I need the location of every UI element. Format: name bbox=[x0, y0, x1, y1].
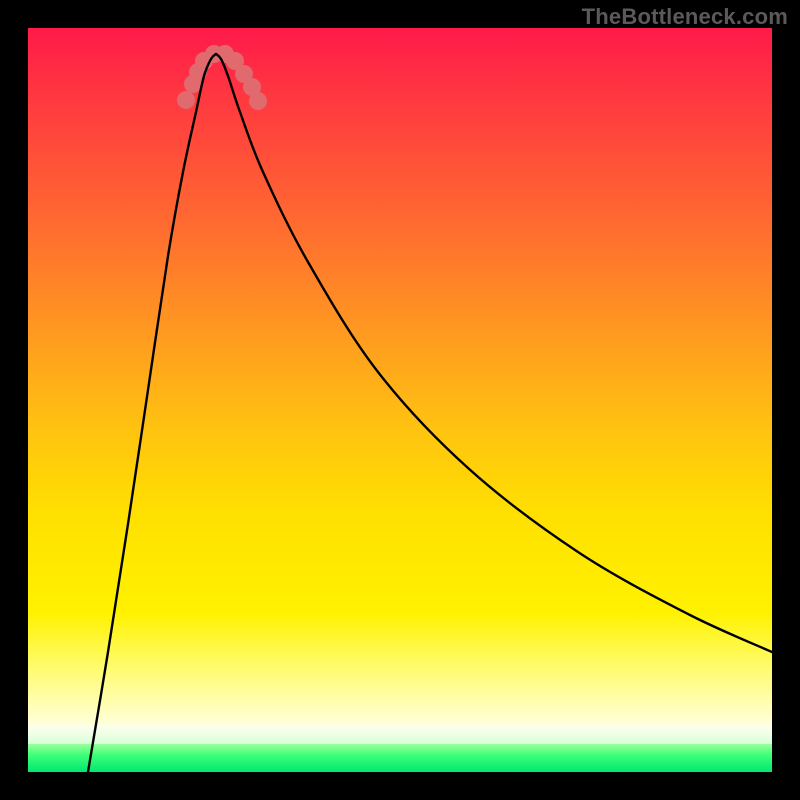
watermark-text: TheBottleneck.com bbox=[582, 4, 788, 30]
marker-dot bbox=[249, 92, 267, 110]
curve-left-branch bbox=[88, 54, 216, 772]
curve-lines bbox=[88, 54, 772, 772]
chart-svg bbox=[28, 28, 772, 772]
marker-dot bbox=[177, 91, 195, 109]
marker-dots bbox=[177, 45, 267, 110]
plot-frame bbox=[28, 28, 772, 772]
curve-right-branch bbox=[216, 54, 772, 652]
canvas: TheBottleneck.com bbox=[0, 0, 800, 800]
